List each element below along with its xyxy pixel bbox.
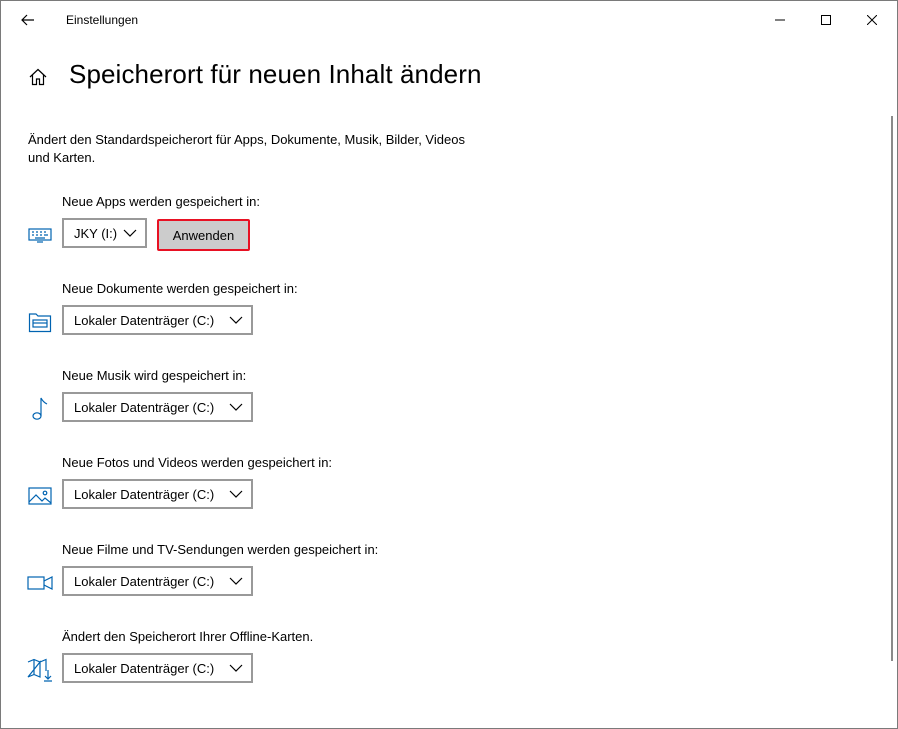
window-title: Einstellungen	[66, 13, 139, 27]
documents-folder-icon	[27, 309, 53, 335]
dropdown-value: Lokaler Datenträger (C:)	[74, 573, 215, 589]
back-button[interactable]	[11, 5, 45, 35]
page-description: Ändert den Standardspeicherort für Apps,…	[28, 132, 465, 165]
vertical-scrollbar[interactable]	[891, 116, 893, 661]
movies-location-dropdown[interactable]: Lokaler Datenträger (C:)	[62, 566, 253, 596]
minimize-icon	[775, 19, 785, 21]
maximize-button[interactable]	[803, 1, 849, 39]
music-location-dropdown[interactable]: Lokaler Datenträger (C:)	[62, 392, 253, 422]
home-icon	[29, 68, 47, 86]
title-bar: Einstellungen	[1, 1, 897, 39]
chevron-down-icon	[123, 229, 137, 237]
section-label: Neue Dokumente werden gespeichert in:	[62, 281, 298, 296]
chevron-down-icon	[229, 403, 243, 411]
section-label: Ändert den Speicherort Ihrer Offline-Kar…	[62, 629, 314, 644]
minimize-button[interactable]	[757, 1, 803, 39]
section-label: Neue Fotos und Videos werden gespeichert…	[62, 455, 333, 470]
photos-location-dropdown[interactable]: Lokaler Datenträger (C:)	[62, 479, 253, 509]
chevron-down-icon	[229, 577, 243, 585]
dropdown-value: Lokaler Datenträger (C:)	[74, 486, 215, 502]
section-label: Neue Filme und TV-Sendungen werden gespe…	[62, 542, 379, 557]
chevron-down-icon	[229, 316, 243, 324]
documents-location-dropdown[interactable]: Lokaler Datenträger (C:)	[62, 305, 253, 335]
section-label: Neue Musik wird gespeichert in:	[62, 368, 247, 383]
video-camera-icon	[27, 570, 53, 596]
maximize-icon	[821, 15, 831, 25]
dropdown-value: Lokaler Datenträger (C:)	[74, 312, 215, 328]
apps-location-dropdown[interactable]: JKY (I:)	[62, 218, 147, 248]
map-download-icon	[27, 657, 53, 683]
close-button[interactable]	[849, 1, 895, 39]
maps-location-dropdown[interactable]: Lokaler Datenträger (C:)	[62, 653, 253, 683]
chevron-down-icon	[229, 664, 243, 672]
section-label: Neue Apps werden gespeichert in:	[62, 194, 261, 209]
back-arrow-icon	[21, 14, 34, 26]
chevron-down-icon	[229, 490, 243, 498]
monitor-icon	[27, 222, 53, 248]
dropdown-value: JKY (I:)	[74, 225, 118, 241]
page-title: Speicherort für neuen Inhalt ändern	[69, 59, 482, 89]
home-button[interactable]	[28, 67, 48, 87]
picture-icon	[27, 483, 53, 509]
settings-window: Einstellungen Speicherort für neuen Inha…	[0, 0, 898, 729]
dropdown-value: Lokaler Datenträger (C:)	[74, 660, 215, 676]
apply-button[interactable]: Anwenden	[157, 219, 250, 251]
close-icon	[867, 15, 877, 25]
dropdown-value: Lokaler Datenträger (C:)	[74, 399, 215, 415]
music-note-icon	[27, 396, 53, 422]
apply-button-label: Anwenden	[172, 227, 235, 243]
